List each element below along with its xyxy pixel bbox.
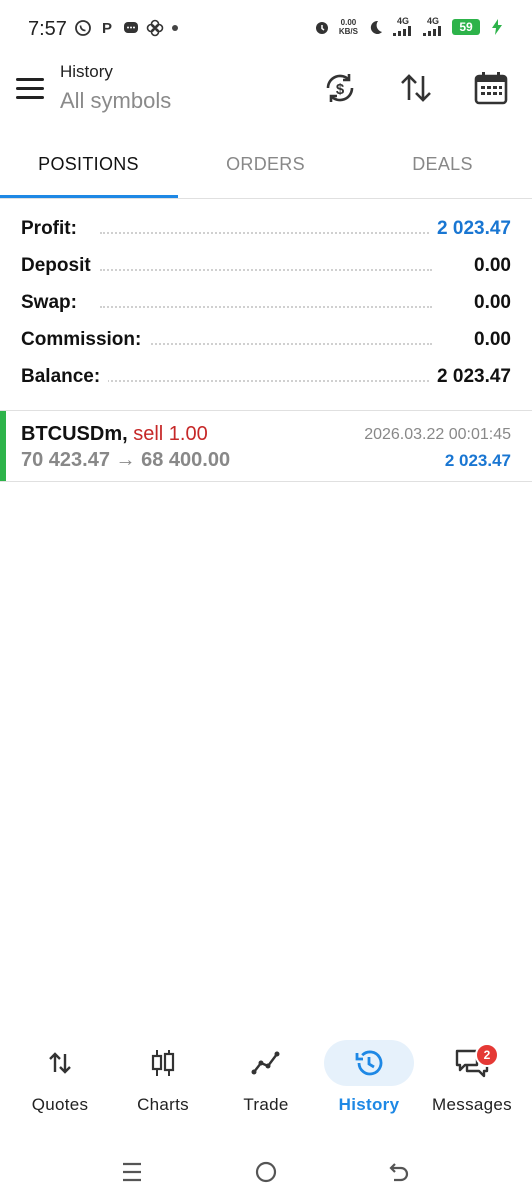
position-profit: 2 023.47: [444, 451, 511, 470]
position-divider: [0, 481, 532, 482]
position-type: sell 1.00: [133, 423, 208, 445]
chat-bubble-icon: [122, 19, 140, 37]
summary-row-balance: Balance: 2 023.47: [0, 358, 532, 395]
charging-bolt-icon: [488, 18, 506, 36]
back-icon[interactable]: [384, 1158, 412, 1186]
nav-messages[interactable]: Messages: [419, 1035, 525, 1125]
leader-dots: [100, 343, 432, 345]
signal-bars-icon: [423, 26, 441, 36]
history-clock-icon: [349, 1045, 389, 1081]
calendar-icon[interactable]: [473, 70, 509, 106]
signal-2: 4G: [422, 17, 444, 36]
position-datetime: 2026.03.22 00:01:45: [364, 426, 511, 443]
tab-deals[interactable]: DEALS: [354, 140, 531, 197]
sort-icon[interactable]: [398, 70, 434, 106]
tabs-divider: [0, 198, 532, 199]
nav-history-label: History: [338, 1095, 400, 1114]
svg-text:$: $: [336, 81, 345, 98]
profit-label: Profit:: [21, 218, 85, 240]
signal-1: 4G: [392, 17, 414, 36]
p-app-icon: P: [101, 19, 112, 37]
signal-bars-icon: [393, 26, 411, 36]
position-status-bar: [0, 411, 6, 481]
position-prices: 70 423.47 → 68 400.00: [21, 449, 231, 471]
pinwheel-icon: [146, 19, 164, 37]
speed-unit: KB/S: [338, 26, 358, 36]
leader-dots: [100, 232, 432, 234]
tab-orders[interactable]: ORDERS: [177, 140, 354, 197]
system-indicators: 0.00 KB/S 4G 4G 59: [313, 17, 506, 36]
page-title: History: [60, 62, 113, 81]
profit-value: 2 023.47: [429, 218, 511, 240]
summary-row-deposit: Deposit 0.00: [0, 247, 532, 284]
nav-quotes-label: Quotes: [31, 1095, 89, 1114]
candlestick-icon: [143, 1045, 183, 1081]
leader-dots: [100, 380, 432, 382]
battery-indicator: 59: [452, 18, 480, 35]
system-navigation: [0, 1148, 532, 1194]
nav-messages-label: Messages: [432, 1095, 512, 1114]
nav-history[interactable]: History: [316, 1035, 422, 1125]
symbol-filter[interactable]: All symbols: [60, 88, 171, 114]
network-speed: 0.00 KB/S: [339, 18, 358, 36]
alarm-icon: [313, 18, 331, 36]
commission-label: Commission:: [21, 329, 150, 351]
nav-quotes[interactable]: Quotes: [7, 1035, 113, 1125]
history-tabs: POSITIONS ORDERS DEALS: [0, 140, 532, 200]
deposit-value: 0.00: [466, 255, 511, 277]
balance-label: Balance:: [21, 366, 109, 388]
nav-charts[interactable]: Charts: [110, 1035, 216, 1125]
status-bar: 7:57 P 0.00 KB/S 4G 4G 59: [0, 0, 532, 58]
tab-positions[interactable]: POSITIONS: [0, 140, 177, 197]
summary-row-profit: Profit: 2 023.47: [0, 210, 532, 247]
bottom-navigation: Quotes Charts Trade History Messages 2: [0, 1035, 532, 1125]
trade-line-icon: [246, 1045, 286, 1081]
app-bar: History All symbols $: [0, 58, 532, 120]
position-symbol: BTCUSDm, sell 1.00: [21, 423, 208, 446]
recent-apps-icon[interactable]: [118, 1158, 146, 1186]
summary-panel: Profit: 2 023.47 Deposit 0.00 Swap: 0.00…: [0, 210, 532, 395]
home-icon[interactable]: [252, 1158, 280, 1186]
menu-icon[interactable]: [16, 78, 44, 100]
leader-dots: [100, 306, 432, 308]
moon-icon: [366, 18, 384, 36]
net1-label: 4G: [396, 16, 409, 26]
speed-value: 0.00: [340, 17, 357, 27]
net2-label: 4G: [426, 16, 439, 26]
symbol-text: BTCUSDm,: [21, 423, 128, 445]
summary-row-commission: Commission: 0.00: [0, 321, 532, 358]
commission-value: 0.00: [466, 329, 511, 351]
balance-value: 2 023.47: [429, 366, 511, 388]
swap-value: 0.00: [466, 292, 511, 314]
position-row[interactable]: BTCUSDm, sell 1.00 2026.03.22 00:01:45 7…: [0, 411, 532, 481]
notification-icons: P: [74, 19, 178, 37]
nav-trade-label: Trade: [243, 1095, 289, 1114]
quotes-arrows-icon: [40, 1045, 80, 1081]
messages-badge: 2: [475, 1043, 499, 1067]
whatsapp-icon: [74, 19, 92, 37]
nav-trade[interactable]: Trade: [213, 1035, 319, 1125]
leader-dots: [100, 269, 432, 271]
status-time: 7:57: [28, 18, 67, 40]
summary-row-swap: Swap: 0.00: [0, 284, 532, 321]
swap-label: Swap:: [21, 292, 85, 314]
nav-charts-label: Charts: [137, 1095, 189, 1114]
currency-exchange-icon[interactable]: $: [322, 70, 358, 106]
deposit-label: Deposit: [21, 255, 99, 277]
more-notifications-dot: [172, 25, 178, 31]
